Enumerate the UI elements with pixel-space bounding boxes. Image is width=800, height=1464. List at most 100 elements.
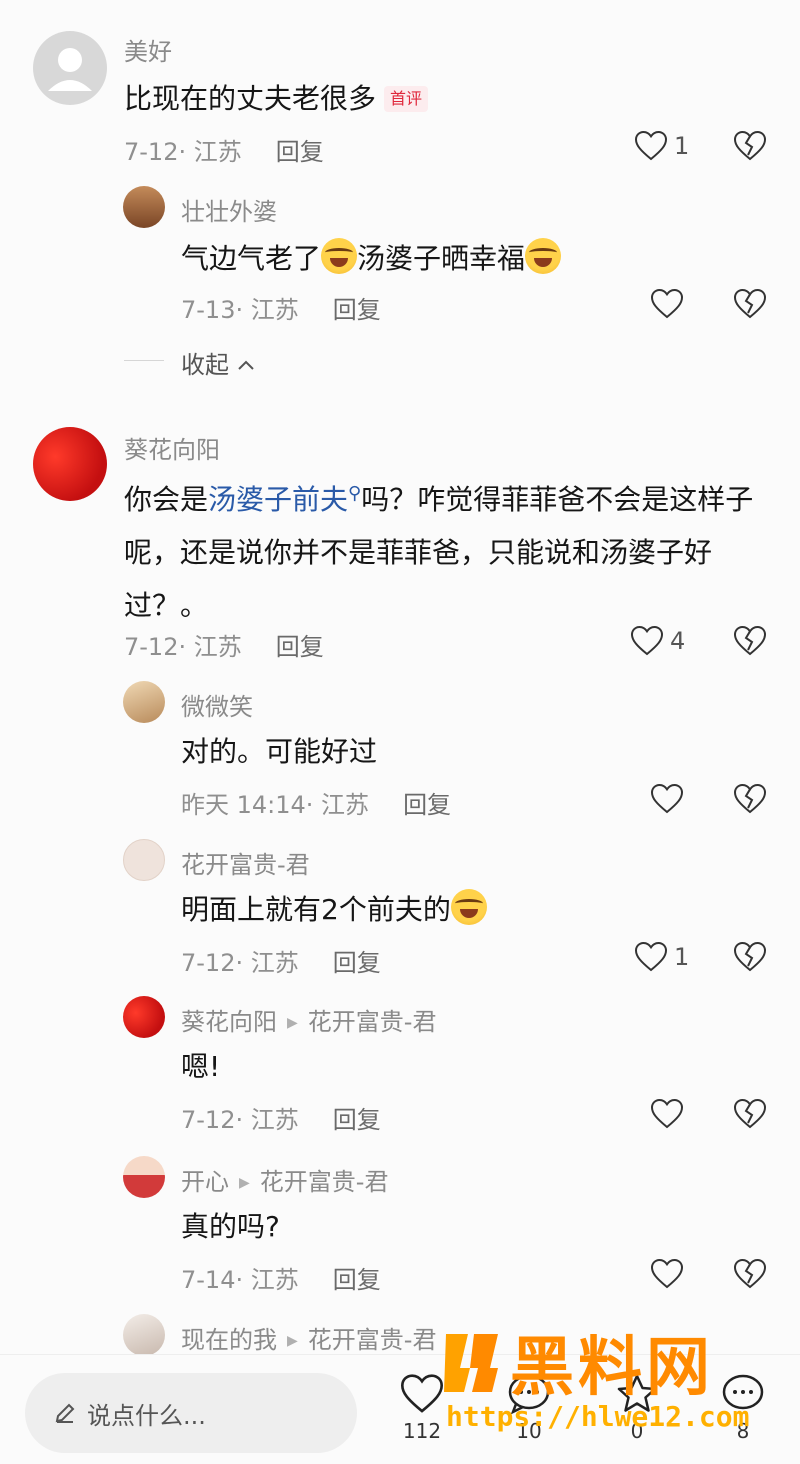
reply-button[interactable]: 回复 xyxy=(333,296,381,324)
timestamp-location: 7-12· 江苏 xyxy=(181,949,299,977)
reply-to-username[interactable]: 花开富贵-君 xyxy=(308,1008,437,1036)
comment-count: 10 xyxy=(516,1419,542,1443)
username[interactable]: 微微笑 xyxy=(181,687,253,722)
username[interactable]: 现在的我 ▶ 花开富贵-君 xyxy=(181,1320,436,1354)
heart-icon xyxy=(634,941,668,972)
username[interactable]: 开心 ▶ 花开富贵-君 xyxy=(181,1162,388,1197)
reply-button[interactable]: 回复 xyxy=(333,949,381,977)
reply-button[interactable]: 回复 xyxy=(333,1106,381,1134)
comment-text: 真的吗? xyxy=(181,1200,741,1253)
broken-heart-icon xyxy=(733,288,767,319)
reply-item: 花开富贵-君 明面上就有2个前夫的 7-12· 江苏 回复 1 xyxy=(0,835,800,990)
comment-text-content: 明面上就有2个前夫的 xyxy=(181,893,451,926)
reply-button[interactable]: 回复 xyxy=(276,633,324,661)
laugh-cry-emoji-icon xyxy=(321,238,358,274)
username[interactable]: 美好 xyxy=(124,32,172,67)
like-button[interactable]: 4 xyxy=(630,625,685,657)
timestamp-location: 7-14· 江苏 xyxy=(181,1266,299,1294)
first-comment-badge: 首评 xyxy=(384,86,429,112)
like-post-button[interactable]: 112 xyxy=(387,1373,457,1443)
comment-bubble-icon xyxy=(508,1374,550,1415)
comment-input[interactable]: 说点什么... xyxy=(25,1373,357,1453)
reply-to-username[interactable]: 花开富贵-君 xyxy=(308,1326,437,1354)
reply-button[interactable]: 回复 xyxy=(276,138,324,166)
username[interactable]: 花开富贵-君 xyxy=(181,845,310,880)
comment-text: 比现在的丈夫老很多 首评 xyxy=(124,72,764,125)
like-count: 4 xyxy=(670,627,686,655)
comment-text: 气边气老了 汤婆子晒幸福 xyxy=(181,232,741,285)
like-count: 1 xyxy=(674,943,690,971)
avatar[interactable] xyxy=(123,1156,165,1198)
collapse-label: 收起 xyxy=(181,351,229,379)
comment-meta: 7-12· 江苏 回复 xyxy=(124,132,324,167)
broken-heart-icon xyxy=(733,1258,767,1289)
timestamp-location: 昨天 14:14· 江苏 xyxy=(181,791,370,819)
like-button[interactable]: 1 xyxy=(634,130,689,162)
share-count: 8 xyxy=(736,1419,750,1443)
share-button[interactable]: 8 xyxy=(708,1373,778,1443)
avatar[interactable] xyxy=(123,839,165,881)
username[interactable]: 葵花向阳 ▶ 花开富贵-君 xyxy=(181,1002,436,1037)
timestamp-location: 7-13· 江苏 xyxy=(181,296,299,324)
reply-item: 开心 ▶ 花开富贵-君 真的吗? 7-14· 江苏 回复 xyxy=(0,1150,800,1310)
search-icon: ⚲ xyxy=(348,483,362,504)
dislike-button[interactable] xyxy=(733,941,767,977)
dislike-button[interactable] xyxy=(733,1098,767,1134)
dislike-button[interactable] xyxy=(733,288,767,324)
favorite-count: 0 xyxy=(630,1419,644,1443)
reply-button[interactable]: 回复 xyxy=(403,791,451,819)
dislike-button[interactable] xyxy=(733,783,767,819)
like-button[interactable] xyxy=(650,288,684,320)
comment-text: 你会是汤婆子前夫⚲吗？咋觉得菲菲爸不会是这样子呢，还是说你并不是菲菲爸，只能说和… xyxy=(124,467,764,632)
like-button[interactable] xyxy=(650,783,684,815)
heart-icon xyxy=(650,783,684,814)
username[interactable]: 葵花向阳 xyxy=(124,430,220,465)
avatar[interactable] xyxy=(123,996,165,1038)
avatar[interactable] xyxy=(123,186,165,228)
avatar[interactable] xyxy=(123,1314,165,1354)
comment-button[interactable]: 10 xyxy=(494,1373,564,1443)
reply-item: 壮壮外婆 气边气老了 汤婆子晒幸福 7-13· 江苏 回复 xyxy=(0,180,800,330)
comment-meta: 昨天 14:14· 江苏 回复 xyxy=(181,785,451,820)
chat-icon xyxy=(722,1374,764,1410)
comment-meta: 7-14· 江苏 回复 xyxy=(181,1260,381,1295)
dislike-button[interactable] xyxy=(733,1258,767,1294)
favorite-button[interactable]: 0 xyxy=(602,1373,672,1443)
dislike-button[interactable] xyxy=(733,625,767,661)
timestamp-location: 7-12· 江苏 xyxy=(181,1106,299,1134)
collapse-replies-button[interactable]: 收起 xyxy=(181,345,255,380)
comment-text-content: 嗯! xyxy=(181,1050,221,1083)
username-text: 开心 xyxy=(181,1168,229,1196)
username-text: 葵花向阳 xyxy=(181,1008,277,1036)
reply-item: 现在的我 ▶ 花开富贵-君 xyxy=(0,1310,800,1354)
reply-arrow-icon: ▶ xyxy=(239,1175,250,1191)
heart-icon xyxy=(630,625,664,656)
search-keyword-link[interactable]: 汤婆子前夫 xyxy=(208,483,348,516)
comment-meta: 7-12· 江苏 回复 xyxy=(124,627,324,662)
reply-button[interactable]: 回复 xyxy=(333,1266,381,1294)
like-button[interactable]: 1 xyxy=(634,941,689,973)
input-placeholder: 说点什么... xyxy=(87,1401,206,1430)
reply-item: 葵花向阳 ▶ 花开富贵-君 嗯! 7-12· 江苏 回复 xyxy=(0,990,800,1150)
comment-text-content: 对的。可能好过 xyxy=(181,735,378,768)
laugh-cry-emoji-icon xyxy=(450,889,487,925)
broken-heart-icon xyxy=(733,1098,767,1129)
heart-icon xyxy=(650,1258,684,1289)
avatar[interactable] xyxy=(123,681,165,723)
comment-text: 对的。可能好过 xyxy=(181,725,741,778)
reply-to-username[interactable]: 花开富贵-君 xyxy=(260,1168,389,1196)
broken-heart-icon xyxy=(733,130,767,161)
like-button[interactable] xyxy=(650,1258,684,1290)
comment-item: 美好 比现在的丈夫老很多 首评 7-12· 江苏 回复 1 xyxy=(0,0,800,180)
comment-meta: 7-13· 江苏 回复 xyxy=(181,290,381,325)
like-button[interactable] xyxy=(650,1098,684,1130)
pencil-icon xyxy=(55,1403,75,1423)
username[interactable]: 壮壮外婆 xyxy=(181,192,277,227)
timestamp-location: 7-12· 江苏 xyxy=(124,138,242,166)
avatar[interactable] xyxy=(33,31,107,105)
dislike-button[interactable] xyxy=(733,130,767,166)
broken-heart-icon xyxy=(733,625,767,656)
avatar[interactable] xyxy=(33,427,107,501)
timestamp-location: 7-12· 江苏 xyxy=(124,633,242,661)
reply-arrow-icon: ▶ xyxy=(287,1333,298,1349)
